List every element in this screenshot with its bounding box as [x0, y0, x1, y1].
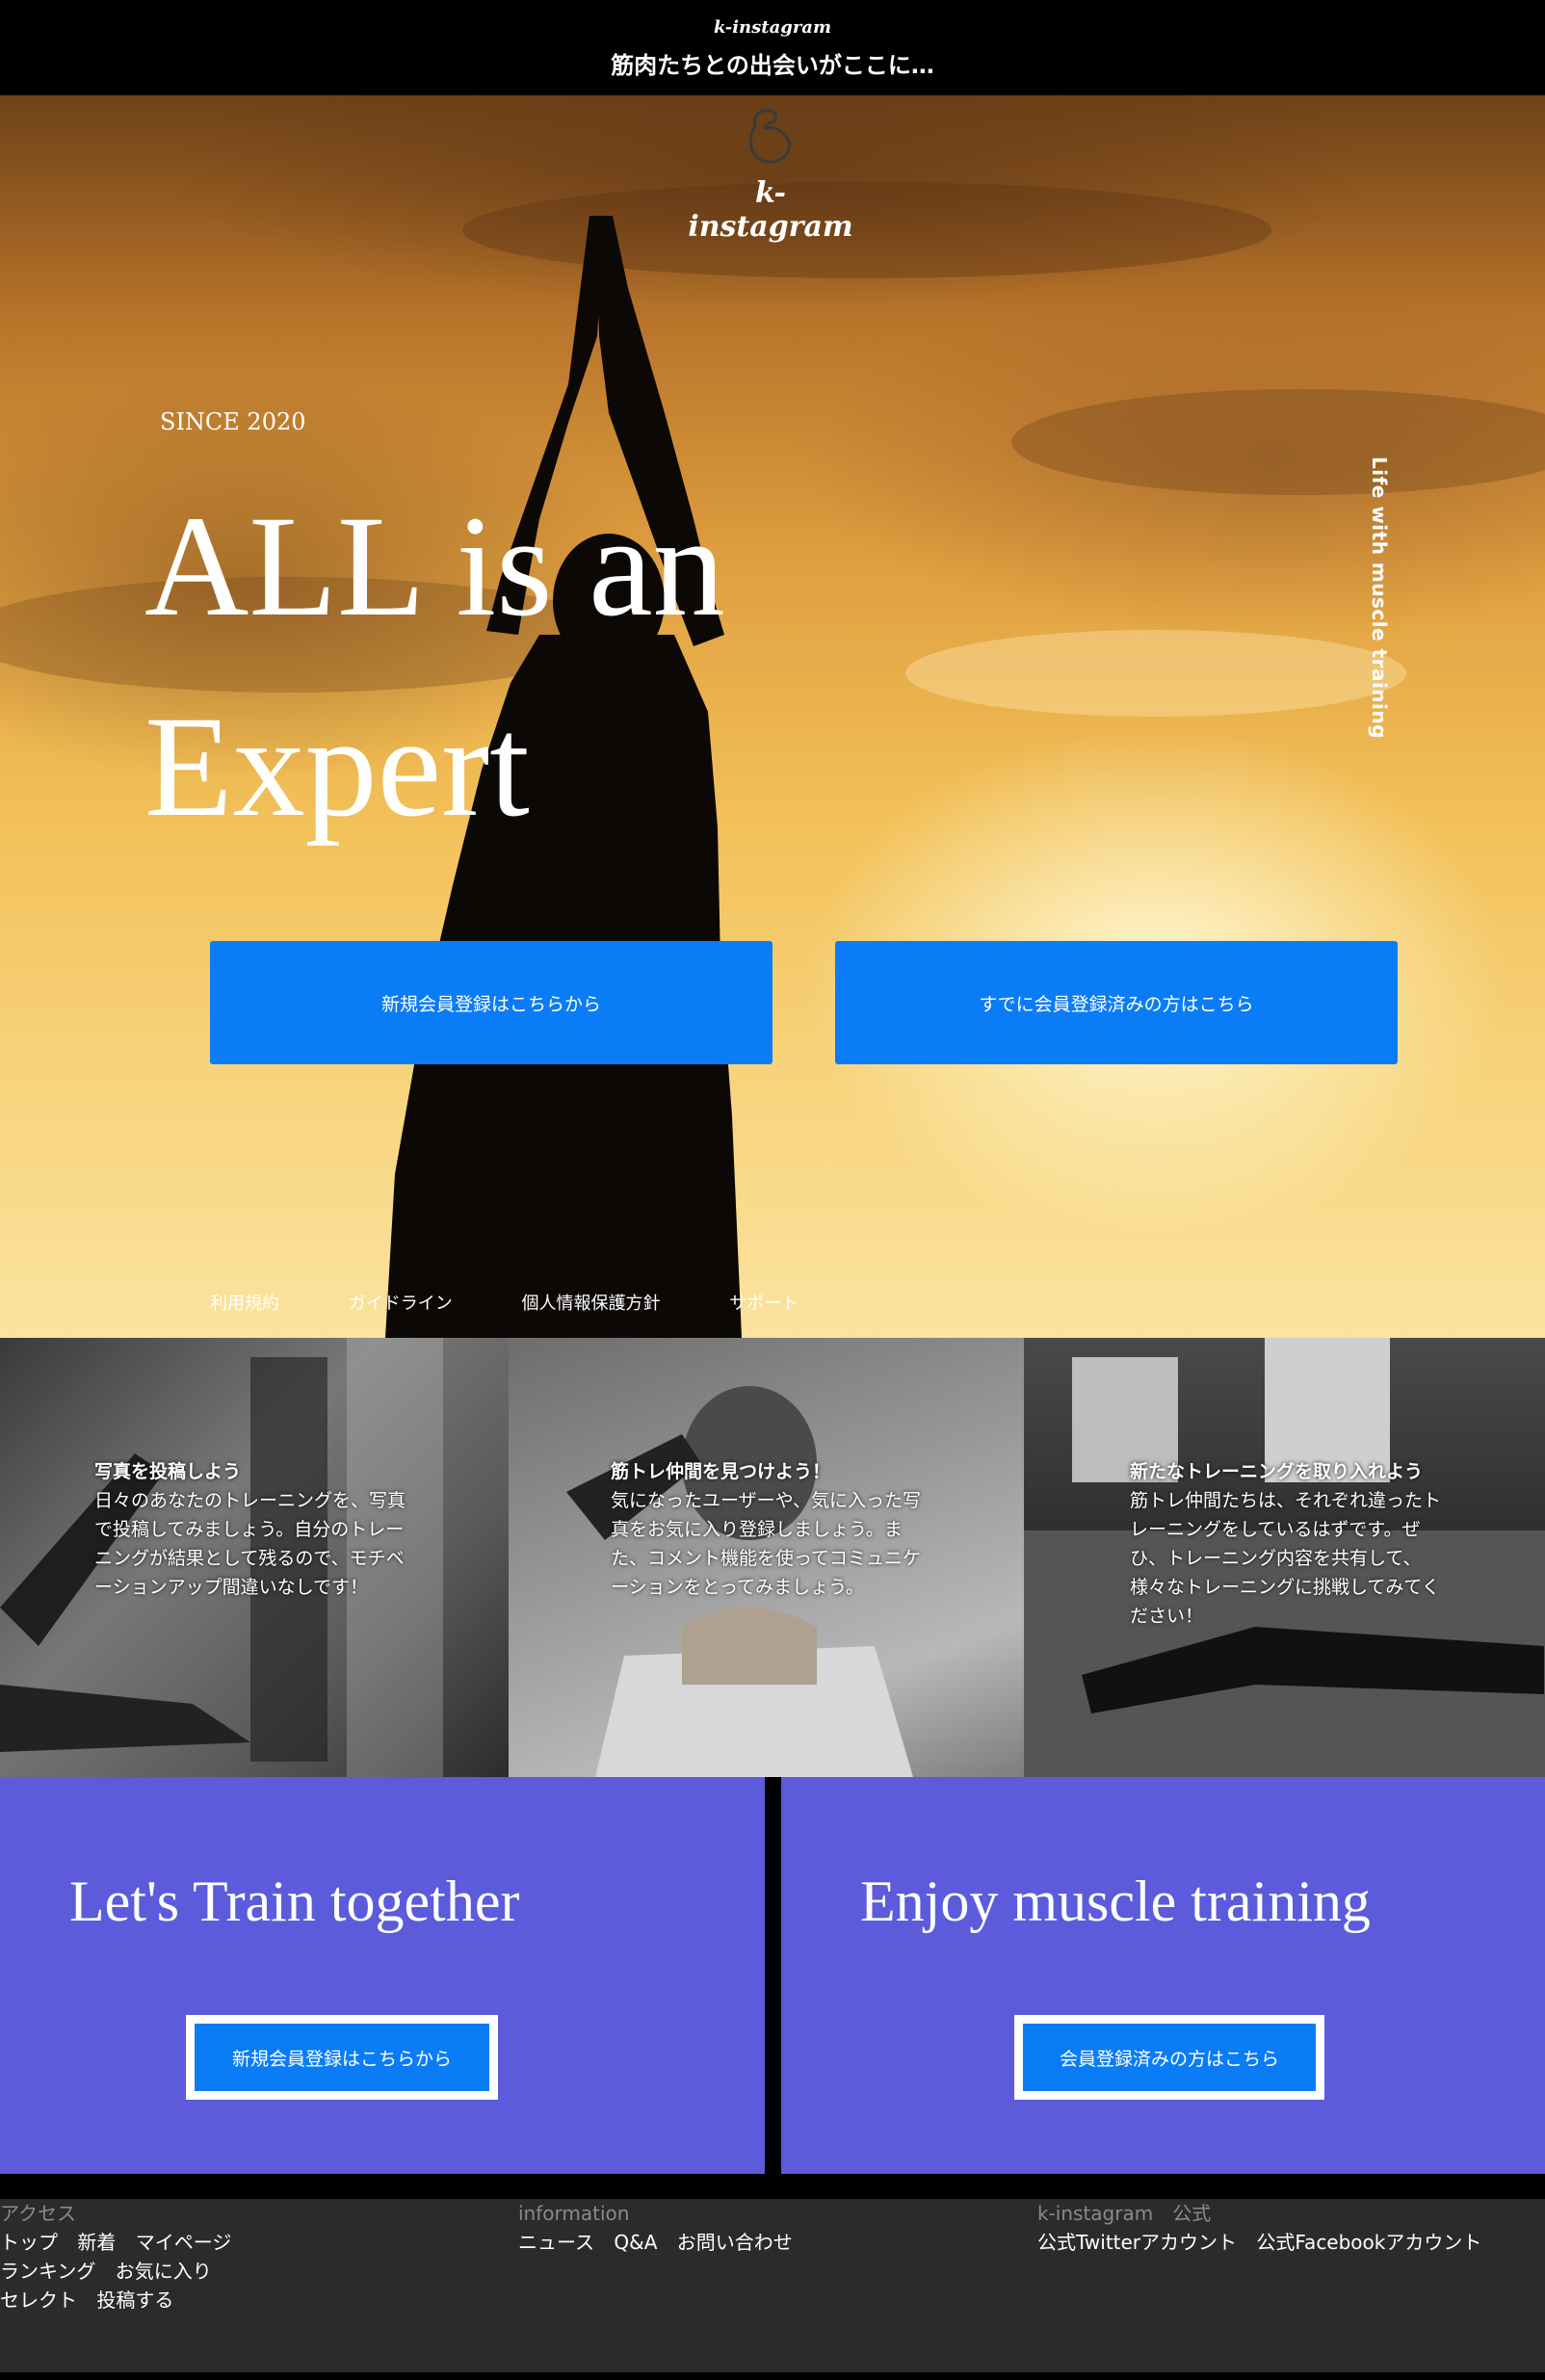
- feature-panel-find-friends: 筋トレ仲間を見つけよう！ 気になったユーザーや、気に入った写真をお気に入り登録し…: [509, 1338, 1024, 1777]
- footer-heading: k-instagram 公式: [1037, 2202, 1212, 2225]
- footer-link-top[interactable]: トップ: [0, 2231, 58, 2254]
- footer-access-column: アクセス トップ 新着 マイページ ランキング お気に入り セレクト 投稿する: [0, 2199, 245, 2315]
- panel-text: 新たなトレーニングを取り入れよう 筋トレ仲間たちは、それぞれ違ったトレーニングを…: [1130, 1457, 1448, 1631]
- footer-link-favorites[interactable]: お気に入り: [116, 2260, 212, 2283]
- cta-login-button[interactable]: 会員登録済みの方はこちら: [1014, 2015, 1324, 2100]
- panel-title: 新たなトレーニングを取り入れよう: [1130, 1461, 1424, 1482]
- since-label: SINCE 2020: [160, 408, 306, 435]
- flexed-arm-icon: [749, 108, 791, 164]
- panel-title: 筋トレ仲間を見つけよう！: [611, 1461, 831, 1482]
- cta-heading: Enjoy muscle training: [860, 1870, 1371, 1933]
- panel-body: 気になったユーザーや、気に入った写真をお気に入り登録しましょう。また、コメント機…: [611, 1490, 922, 1598]
- footer-heading: information: [518, 2202, 630, 2225]
- hero-headline: ALL is an Expert: [144, 466, 819, 867]
- panel-text: 筋トレ仲間を見つけよう！ 気になったユーザーや、気に入った写真をお気に入り登録し…: [611, 1457, 929, 1602]
- footer-official-column: k-instagram 公式 公式Twitterアカウント 公式Facebook…: [1037, 2199, 1495, 2257]
- footer-link-mypage[interactable]: マイページ: [136, 2231, 232, 2254]
- footer-heading: アクセス: [0, 2202, 76, 2225]
- privacy-policy-link[interactable]: 個人情報保護方針: [521, 1294, 660, 1314]
- cta-enjoy-training: Enjoy muscle training 会員登録済みの方はこちら: [781, 1777, 1545, 2174]
- headline-line-2: Expert: [144, 687, 530, 847]
- footer-link-new[interactable]: 新着: [77, 2231, 116, 2254]
- panel-body: 筋トレ仲間たちは、それぞれ違ったトレーニングをしているはずです。ぜひ、トレーニン…: [1130, 1490, 1442, 1627]
- footer-link-ranking[interactable]: ランキング: [0, 2260, 95, 2283]
- support-link[interactable]: サポート: [729, 1294, 799, 1314]
- policy-links: 利用規約 ガイドライン 個人情報保護方針 サポート: [210, 1290, 862, 1315]
- hero-section: k-instagram SINCE 2020 ALL is an Expert …: [0, 95, 1545, 1338]
- footer-link-qa[interactable]: Q&A: [614, 2231, 657, 2254]
- register-button[interactable]: 新規会員登録はこちらから: [210, 941, 772, 1064]
- guideline-link[interactable]: ガイドライン: [349, 1294, 453, 1314]
- feature-panel-new-training: 新たなトレーニングを取り入れよう 筋トレ仲間たちは、それぞれ違ったトレーニングを…: [1024, 1338, 1545, 1777]
- footer-link-twitter[interactable]: 公式Twitterアカウント: [1037, 2231, 1237, 2254]
- footer-information-column: information ニュース Q&A お問い合わせ: [518, 2199, 806, 2257]
- footer-link-select[interactable]: セレクト: [0, 2288, 77, 2312]
- panel-title: 写真を投稿しよう: [94, 1461, 242, 1482]
- vertical-tagline: Life with muscle training: [1368, 457, 1391, 740]
- brand-name[interactable]: k-instagram: [0, 17, 1545, 38]
- cta-heading: Let's Train together: [69, 1870, 520, 1933]
- tagline: 筋肉たちとの出会いがここに…: [611, 52, 934, 79]
- hero-logo[interactable]: k-instagram: [674, 105, 867, 244]
- terms-link[interactable]: 利用規約: [210, 1294, 279, 1314]
- feature-panel-post-photo: 写真を投稿しよう 日々のあなたのトレーニングを、写真で投稿してみましょう。自分の…: [0, 1338, 509, 1777]
- footer-link-facebook[interactable]: 公式Facebookアカウント: [1256, 2231, 1481, 2254]
- footer-link-news[interactable]: ニュース: [518, 2231, 594, 2254]
- panel-text: 写真を投稿しよう 日々のあなたのトレーニングを、写真で投稿してみましょう。自分の…: [94, 1457, 412, 1602]
- footer-link-post[interactable]: 投稿する: [96, 2288, 173, 2312]
- login-button[interactable]: すでに会員登録済みの方はこちら: [835, 941, 1398, 1064]
- logo-text: k-instagram: [688, 176, 853, 244]
- footer: アクセス トップ 新着 マイページ ランキング お気に入り セレクト 投稿する …: [0, 2199, 1545, 2372]
- cta-train-together: Let's Train together 新規会員登録はこちらから: [0, 1777, 765, 2174]
- cta-register-button[interactable]: 新規会員登録はこちらから: [186, 2015, 498, 2100]
- panel-body: 日々のあなたのトレーニングを、写真で投稿してみましょう。自分のトレーニングが結果…: [94, 1490, 406, 1598]
- headline-line-1: ALL is an: [144, 486, 725, 646]
- footer-link-contact[interactable]: お問い合わせ: [677, 2231, 793, 2254]
- top-bar: k-instagram 筋肉たちとの出会いがここに…: [0, 0, 1545, 95]
